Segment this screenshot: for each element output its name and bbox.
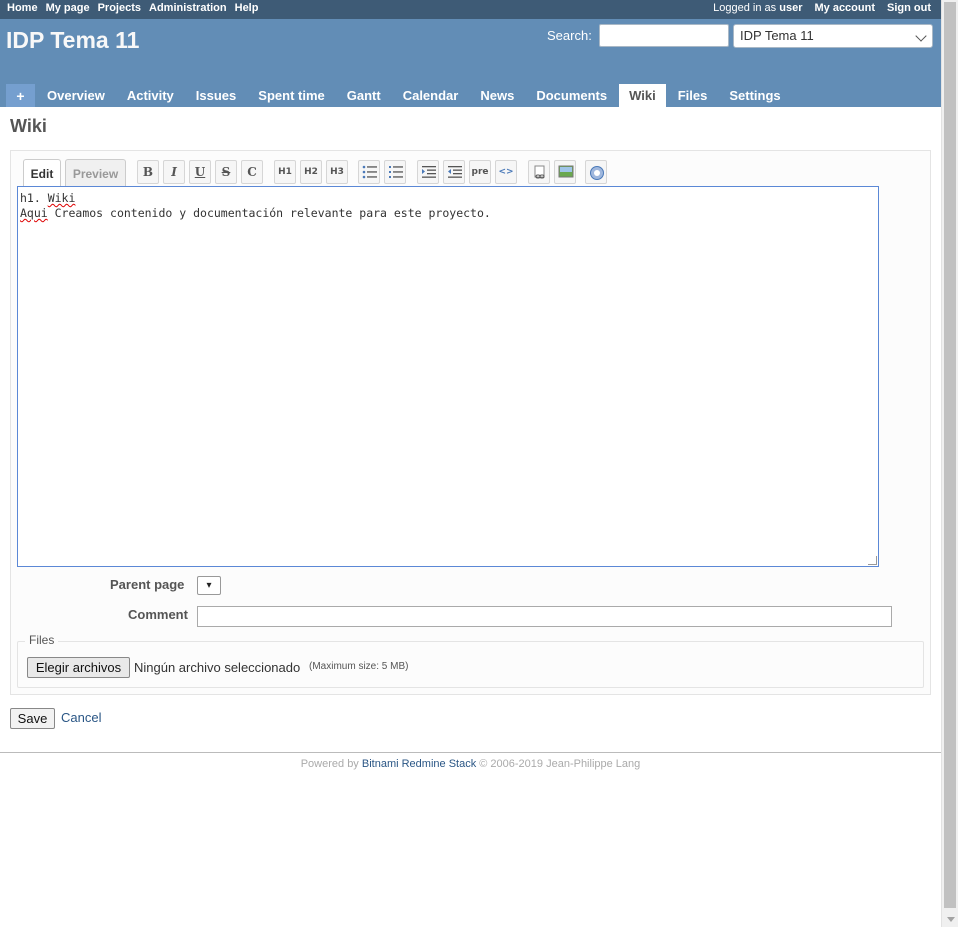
help-button[interactable] bbox=[585, 160, 607, 184]
tab-overview[interactable]: Overview bbox=[37, 84, 115, 107]
tab-news[interactable]: News bbox=[470, 84, 524, 107]
top-menu-right: Logged in as user My account Sign out bbox=[713, 2, 931, 14]
max-size-text: (Maximum size: 5 MB) bbox=[309, 661, 409, 672]
outdent-button[interactable] bbox=[443, 160, 465, 184]
logged-as-user[interactable]: user bbox=[779, 2, 802, 14]
save-button[interactable]: Save bbox=[10, 708, 55, 729]
top-menu: Home My page Projects Administration Hel… bbox=[0, 0, 941, 19]
page: Home My page Projects Administration Hel… bbox=[0, 0, 941, 927]
project-jump-value: IDP Tema 11 bbox=[740, 28, 814, 43]
indent-icon bbox=[422, 166, 436, 178]
tab-calendar[interactable]: Calendar bbox=[393, 84, 469, 107]
tab-documents[interactable]: Documents bbox=[526, 84, 617, 107]
editor-line-1: h1. Wiki bbox=[20, 191, 876, 206]
scrollbar-thumb[interactable] bbox=[944, 2, 956, 908]
my-account-link[interactable]: My account bbox=[814, 2, 875, 14]
indent-button[interactable] bbox=[417, 160, 439, 184]
tab-spent-time[interactable]: Spent time bbox=[248, 84, 334, 107]
editor-line-2-rest: Creamos contenido y documentación releva… bbox=[47, 206, 491, 220]
strikethrough-button[interactable]: S bbox=[215, 160, 237, 184]
page-title: Wiki bbox=[10, 116, 47, 136]
cancel-link[interactable]: Cancel bbox=[61, 710, 101, 725]
parent-page-select[interactable]: ▾ bbox=[197, 576, 221, 595]
no-file-selected-text: Ningún archivo seleccionado bbox=[134, 660, 301, 675]
ordered-list-icon bbox=[389, 166, 403, 178]
image-button[interactable] bbox=[554, 160, 576, 184]
editor-tabs: Edit Preview bbox=[23, 159, 126, 186]
top-menu-help[interactable]: Help bbox=[235, 2, 259, 14]
editor-line-2: Aqui Creamos contenido y documentación r… bbox=[20, 206, 876, 221]
unordered-list-icon bbox=[362, 165, 377, 179]
project-jump-select[interactable]: IDP Tema 11 bbox=[733, 24, 933, 48]
tab-issues[interactable]: Issues bbox=[186, 84, 246, 107]
editor-line-1-word: Wiki bbox=[47, 191, 76, 205]
search-label: Search: bbox=[547, 28, 592, 43]
logged-as-prefix: Logged in as bbox=[713, 2, 777, 14]
tab-files[interactable]: Files bbox=[668, 84, 718, 107]
inline-code-button[interactable]: <> bbox=[495, 160, 517, 184]
preformatted-button[interactable]: pre bbox=[469, 160, 491, 184]
tab-preview[interactable]: Preview bbox=[65, 159, 126, 186]
top-menu-projects[interactable]: Projects bbox=[98, 2, 141, 14]
tab-edit[interactable]: Edit bbox=[23, 159, 61, 186]
tab-wiki[interactable]: Wiki bbox=[619, 84, 666, 107]
underline-button[interactable]: U bbox=[189, 160, 211, 184]
heading-1-button[interactable]: H1 bbox=[274, 160, 296, 184]
parent-page-label: Parent page bbox=[110, 577, 185, 592]
footer-divider bbox=[0, 752, 941, 753]
choose-files-button[interactable]: Elegir archivos bbox=[27, 657, 130, 678]
unordered-list-button[interactable] bbox=[358, 160, 380, 184]
new-object-button[interactable]: + bbox=[6, 84, 35, 107]
heading-2-button[interactable]: H2 bbox=[300, 160, 322, 184]
footer-powered-by: Powered by bbox=[300, 758, 359, 770]
heading-3-button[interactable]: H3 bbox=[326, 160, 348, 184]
wiki-link-button[interactable] bbox=[528, 160, 550, 184]
outdent-icon bbox=[448, 166, 462, 178]
tab-activity[interactable]: Activity bbox=[117, 84, 184, 107]
italic-button[interactable]: I bbox=[163, 160, 185, 184]
project-title[interactable]: IDP Tema 11 bbox=[6, 27, 139, 54]
top-menu-administration[interactable]: Administration bbox=[149, 2, 227, 14]
image-icon bbox=[558, 165, 574, 178]
footer: Powered by Bitnami Redmine Stack © 2006-… bbox=[0, 758, 941, 770]
editor-line-1-prefix: h1. bbox=[20, 191, 48, 205]
comment-input[interactable] bbox=[197, 606, 892, 627]
files-legend: Files bbox=[25, 633, 59, 647]
help-icon bbox=[590, 166, 604, 180]
logged-as: Logged in as user bbox=[713, 2, 802, 14]
wiki-content-textarea[interactable]: h1. Wiki Aqui Creamos contenido y documen… bbox=[17, 186, 879, 567]
bold-button[interactable]: B bbox=[137, 160, 159, 184]
comment-label: Comment bbox=[128, 607, 188, 622]
top-menu-left: Home My page Projects Administration Hel… bbox=[7, 2, 258, 14]
footer-bitnami-link[interactable]: Bitnami Redmine Stack bbox=[362, 758, 476, 770]
vertical-scrollbar[interactable] bbox=[941, 0, 958, 927]
tab-gantt[interactable]: Gantt bbox=[337, 84, 391, 107]
tab-settings[interactable]: Settings bbox=[719, 84, 790, 107]
editor-line-2-word: Aqui bbox=[20, 206, 48, 220]
code-button[interactable]: C bbox=[241, 160, 263, 184]
resize-handle-icon[interactable] bbox=[868, 556, 877, 565]
main-menu: + Overview Activity Issues Spent time Ga… bbox=[6, 84, 793, 107]
sign-out-link[interactable]: Sign out bbox=[887, 2, 931, 14]
top-menu-home[interactable]: Home bbox=[7, 2, 38, 14]
footer-copyright: © 2006-2019 Jean-Philippe Lang bbox=[479, 758, 641, 770]
search-input[interactable] bbox=[599, 24, 729, 47]
scroll-down-arrow-icon[interactable] bbox=[947, 917, 955, 922]
link-icon bbox=[534, 165, 545, 179]
chevron-down-icon bbox=[915, 30, 927, 42]
top-menu-my-page[interactable]: My page bbox=[46, 2, 90, 14]
ordered-list-button[interactable] bbox=[384, 160, 406, 184]
